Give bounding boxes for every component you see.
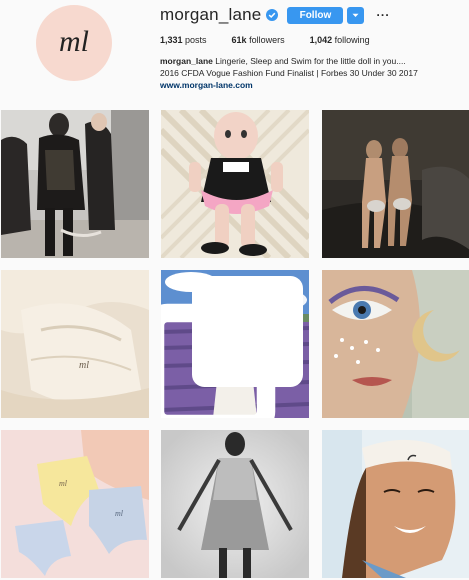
more-options-button[interactable]: ··· — [376, 9, 390, 21]
bio-text: Lingerie, Sleep and Swim for the little … — [212, 56, 406, 66]
carousel-icon — [161, 276, 303, 418]
username-row: morgan_lane Follow ··· — [160, 5, 390, 25]
post-bathers[interactable] — [322, 110, 469, 258]
svg-text:ml: ml — [115, 509, 124, 518]
avatar-logo: ml — [59, 25, 89, 58]
post-silk-lingerie[interactable]: ml — [1, 270, 149, 418]
bio-name: morgan_lane — [160, 56, 213, 66]
post-mod-dress[interactable] — [161, 430, 309, 578]
post-pastel-panties[interactable]: ml ml — [1, 430, 149, 578]
bio-line-2: 2016 CFDA Vogue Fashion Fund Finalist | … — [160, 68, 418, 78]
svg-text:ml: ml — [59, 25, 89, 58]
post-street-style[interactable] — [1, 110, 149, 258]
profile-username: morgan_lane — [160, 5, 262, 24]
profile-header: ml morgan_lane Follow ··· 1,331 posts 61… — [0, 0, 469, 100]
stat-posts[interactable]: 1,331 posts — [160, 35, 207, 45]
post-lavender-field[interactable] — [161, 270, 309, 418]
post-sleep-mask-smile[interactable] — [322, 430, 469, 578]
suggestions-dropdown-button[interactable] — [347, 6, 365, 24]
profile-avatar[interactable]: ml — [36, 5, 112, 81]
chevron-down-icon — [352, 13, 359, 17]
profile-stats: 1,331 posts 61k followers 1,042 followin… — [160, 35, 395, 45]
follow-button[interactable]: Follow — [287, 6, 344, 24]
bio-website-link[interactable]: www.morgan-lane.com — [160, 79, 465, 91]
svg-text:ml: ml — [79, 360, 89, 371]
verified-badge-icon — [266, 9, 279, 21]
svg-text:ml: ml — [59, 479, 68, 488]
stat-followers[interactable]: 61k followers — [232, 35, 285, 45]
post-doll-plush[interactable] — [161, 110, 309, 258]
post-glitter-makeup[interactable] — [322, 270, 469, 418]
stat-following[interactable]: 1,042 following — [310, 35, 370, 45]
profile-bio: morgan_lane Lingerie, Sleep and Swim for… — [160, 55, 465, 91]
